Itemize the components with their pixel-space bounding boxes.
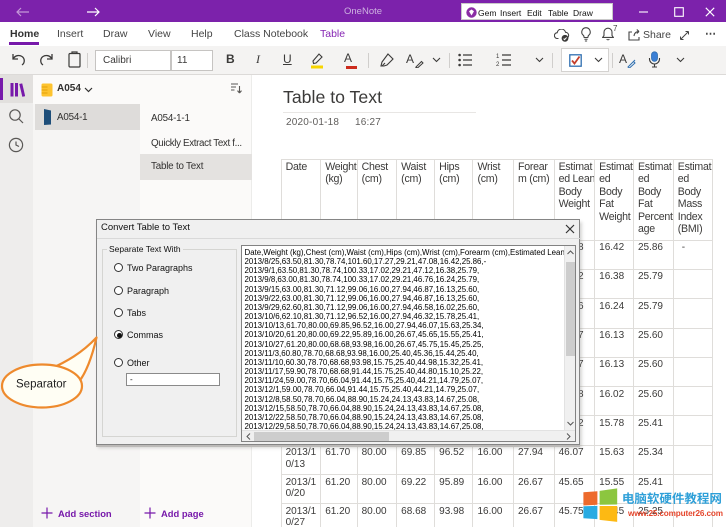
svg-text:Separator: Separator [16,379,67,391]
svg-text:www.25.computer26.com: www.25.computer26.com [627,509,723,518]
svg-text:2: 2 [496,62,500,67]
svg-text:1: 1 [496,54,500,60]
